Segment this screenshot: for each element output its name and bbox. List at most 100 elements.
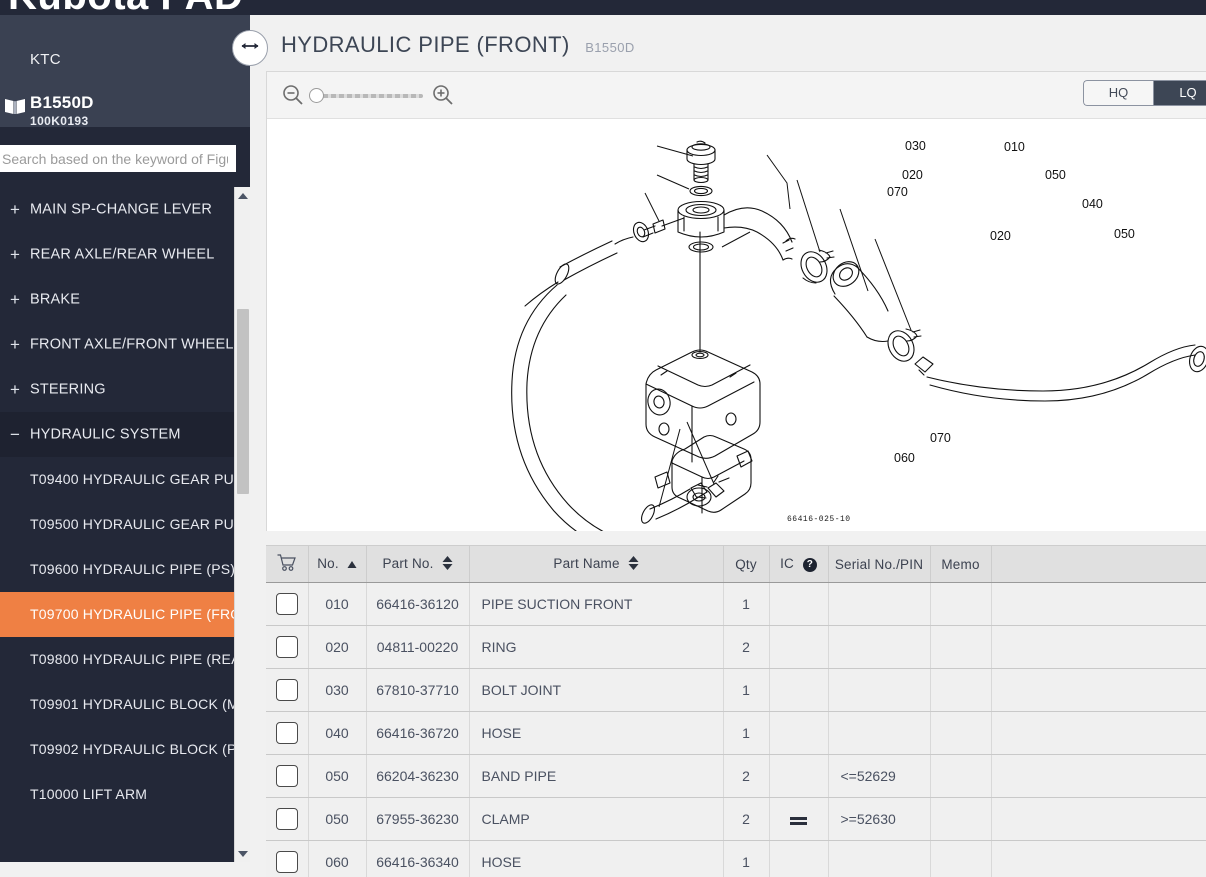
callout-060: 060	[894, 451, 915, 465]
search-input[interactable]	[0, 145, 236, 172]
tree-item-label: BRAKE	[30, 291, 80, 307]
tree-item-steering[interactable]: +STEERING	[0, 367, 250, 412]
scrollbar-thumb[interactable]	[237, 309, 249, 494]
cell-pname: RING	[469, 626, 723, 669]
tree-item-t09600-hydraulic-pipe-ps[interactable]: T09600 HYDRAULIC PIPE (PS)	[0, 547, 250, 592]
cell-no: 030	[308, 669, 366, 712]
tree-item-t09902-hydraulic-block-ps[interactable]: T09902 HYDRAULIC BLOCK (PS)	[0, 727, 250, 772]
cell-memo	[930, 583, 991, 626]
tree-item-t09901-hydraulic-block-main[interactable]: T09901 HYDRAULIC BLOCK (MAIN)	[0, 682, 250, 727]
viewer-toolbar: HQ LQ	[267, 72, 1206, 119]
quality-lq-button[interactable]: LQ	[1153, 80, 1206, 106]
col-ic-label: IC	[780, 556, 794, 571]
quality-hq-button[interactable]: HQ	[1083, 80, 1153, 106]
cell-ic	[769, 798, 828, 841]
table-row[interactable]: 04066416-36720HOSE1	[266, 712, 1206, 755]
tree-item-t09400-hydraulic-gear-pump[interactable]: T09400 HYDRAULIC GEAR PUMP	[0, 457, 250, 502]
tree-item-front-axle-front-wheel[interactable]: +FRONT AXLE/FRONT WHEEL	[0, 322, 250, 367]
tree-item-t09500-hydraulic-gear-pump[interactable]: T09500 HYDRAULIC GEAR PUMP	[0, 502, 250, 547]
machine-serial: 100K0193	[30, 114, 89, 128]
cell-qty: 1	[723, 669, 769, 712]
col-cart[interactable]	[266, 546, 308, 583]
table-row[interactable]: 05067955-36230CLAMP2>=52630	[266, 798, 1206, 841]
tree-item-t10000-lift-arm[interactable]: T10000 LIFT ARM	[0, 772, 250, 817]
col-part-name[interactable]: Part Name	[469, 546, 723, 583]
row-checkbox[interactable]	[276, 765, 298, 787]
callout-030: 030	[905, 139, 926, 153]
collapse-toggle-icon[interactable]: −	[10, 412, 30, 457]
cell-ic	[769, 669, 828, 712]
col-memo-label: Memo	[941, 557, 979, 572]
table-row[interactable]: 01066416-36120PIPE SUCTION FRONT1	[266, 583, 1206, 626]
row-checkbox[interactable]	[276, 808, 298, 830]
sidebar-scrollbar[interactable]	[234, 187, 250, 862]
zoom-in-icon[interactable]	[432, 84, 454, 106]
cell-ser	[828, 669, 930, 712]
cell-pname: HOSE	[469, 841, 723, 877]
tree-item-rear-axle-rear-wheel[interactable]: +REAR AXLE/REAR WHEEL	[0, 232, 250, 277]
sidebar: KTC B1550D 100K0193 +MAIN SP-CHANGE LEVE…	[0, 15, 250, 862]
expand-toggle-icon[interactable]: +	[10, 187, 30, 232]
parts-table: No. Part No.	[266, 545, 1206, 877]
sidebar-collapse-button[interactable]	[232, 30, 268, 66]
tree-item-main-sp-change-lever[interactable]: +MAIN SP-CHANGE LEVER	[0, 187, 250, 232]
cell-pname: BAND PIPE	[469, 755, 723, 798]
cell-qty: 1	[723, 583, 769, 626]
parts-diagram[interactable]: 030 020 010 070 050 040 020 050 070 060 …	[267, 119, 1206, 531]
zoom-slider-thumb[interactable]	[309, 88, 324, 103]
help-icon[interactable]: ?	[803, 558, 817, 572]
zoom-slider-track[interactable]	[315, 94, 423, 98]
col-no[interactable]: No.	[308, 546, 366, 583]
tree-item-t09700-hydraulic-pipe-front[interactable]: T09700 HYDRAULIC PIPE (FRONT)	[0, 592, 250, 637]
table-row[interactable]: 02004811-00220RING2	[266, 626, 1206, 669]
row-checkbox-cell	[266, 669, 308, 712]
cell-ser: >=52630	[828, 798, 930, 841]
ic-equal-icon	[790, 817, 807, 820]
cell-pname: HOSE	[469, 712, 723, 755]
expand-toggle-icon[interactable]: +	[10, 322, 30, 367]
app-title: Kubota PAD	[8, 0, 243, 15]
scroll-up-icon[interactable]	[235, 187, 251, 204]
col-qty-label: Qty	[735, 557, 757, 572]
zoom-out-icon[interactable]	[282, 84, 304, 106]
cell-pno: 67810-37710	[366, 669, 469, 712]
scroll-down-icon[interactable]	[235, 845, 251, 862]
tree-item-label: T10000 LIFT ARM	[30, 786, 147, 802]
cell-no: 020	[308, 626, 366, 669]
col-qty: Qty	[723, 546, 769, 583]
tree-item-t09800-hydraulic-pipe-rear[interactable]: T09800 HYDRAULIC PIPE (REAR)	[0, 637, 250, 682]
col-serial-label: Serial No./PIN	[835, 557, 923, 572]
row-checkbox[interactable]	[276, 722, 298, 744]
diagram-viewer: HQ LQ	[266, 71, 1206, 531]
tree-item-hydraulic-system[interactable]: −HYDRAULIC SYSTEM	[0, 412, 250, 457]
table-row[interactable]: 05066204-36230BAND PIPE2<=52629	[266, 755, 1206, 798]
page-subtitle: B1550D	[585, 40, 634, 55]
row-checkbox[interactable]	[276, 636, 298, 658]
row-checkbox[interactable]	[276, 593, 298, 615]
book-icon	[4, 97, 26, 115]
row-checkbox[interactable]	[276, 679, 298, 701]
col-memo: Memo	[930, 546, 991, 583]
tree-item-label: MAIN SP-CHANGE LEVER	[30, 201, 212, 217]
expand-toggle-icon[interactable]: +	[10, 277, 30, 322]
row-checkbox[interactable]	[276, 851, 298, 873]
tree-item-label: T09500 HYDRAULIC GEAR PUMP	[30, 516, 250, 532]
table-row[interactable]: 03067810-37710BOLT JOINT1	[266, 669, 1206, 712]
table-row[interactable]: 06066416-36340HOSE1	[266, 841, 1206, 877]
cell-memo	[930, 841, 991, 877]
expand-toggle-icon[interactable]: +	[10, 232, 30, 277]
cell-qty: 2	[723, 626, 769, 669]
col-part-no[interactable]: Part No.	[366, 546, 469, 583]
cell-extra	[991, 626, 1206, 669]
cell-extra	[991, 583, 1206, 626]
cell-qty: 1	[723, 712, 769, 755]
tree-item-label: T09800 HYDRAULIC PIPE (REAR)	[30, 651, 250, 667]
tree-item-label: T09901 HYDRAULIC BLOCK (MAIN)	[30, 696, 250, 712]
sidebar-search-bar	[0, 127, 250, 187]
expand-toggle-icon[interactable]: +	[10, 367, 30, 412]
tree-item-brake[interactable]: +BRAKE	[0, 277, 250, 322]
cell-qty: 2	[723, 755, 769, 798]
cell-pno: 66416-36340	[366, 841, 469, 877]
cell-pno: 67955-36230	[366, 798, 469, 841]
row-checkbox-cell	[266, 755, 308, 798]
